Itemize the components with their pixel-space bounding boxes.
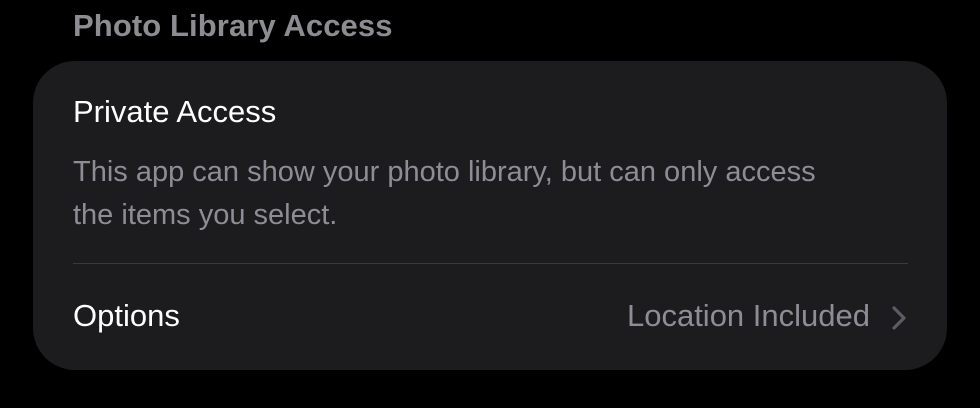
private-access-row: Private Access This app can show your ph… xyxy=(73,61,907,264)
settings-page: Photo Library Access Private Access This… xyxy=(0,0,980,408)
section-header: Photo Library Access xyxy=(73,8,393,43)
options-row[interactable]: Options Location Included xyxy=(33,264,947,370)
private-access-description: This app can show your photo library, bu… xyxy=(73,156,816,231)
settings-card: Private Access This app can show your ph… xyxy=(33,61,947,370)
chevron-right-icon xyxy=(892,306,906,330)
private-access-title: Private Access xyxy=(73,94,277,129)
options-value: Location Included xyxy=(626,298,870,333)
options-label: Options xyxy=(73,298,180,333)
